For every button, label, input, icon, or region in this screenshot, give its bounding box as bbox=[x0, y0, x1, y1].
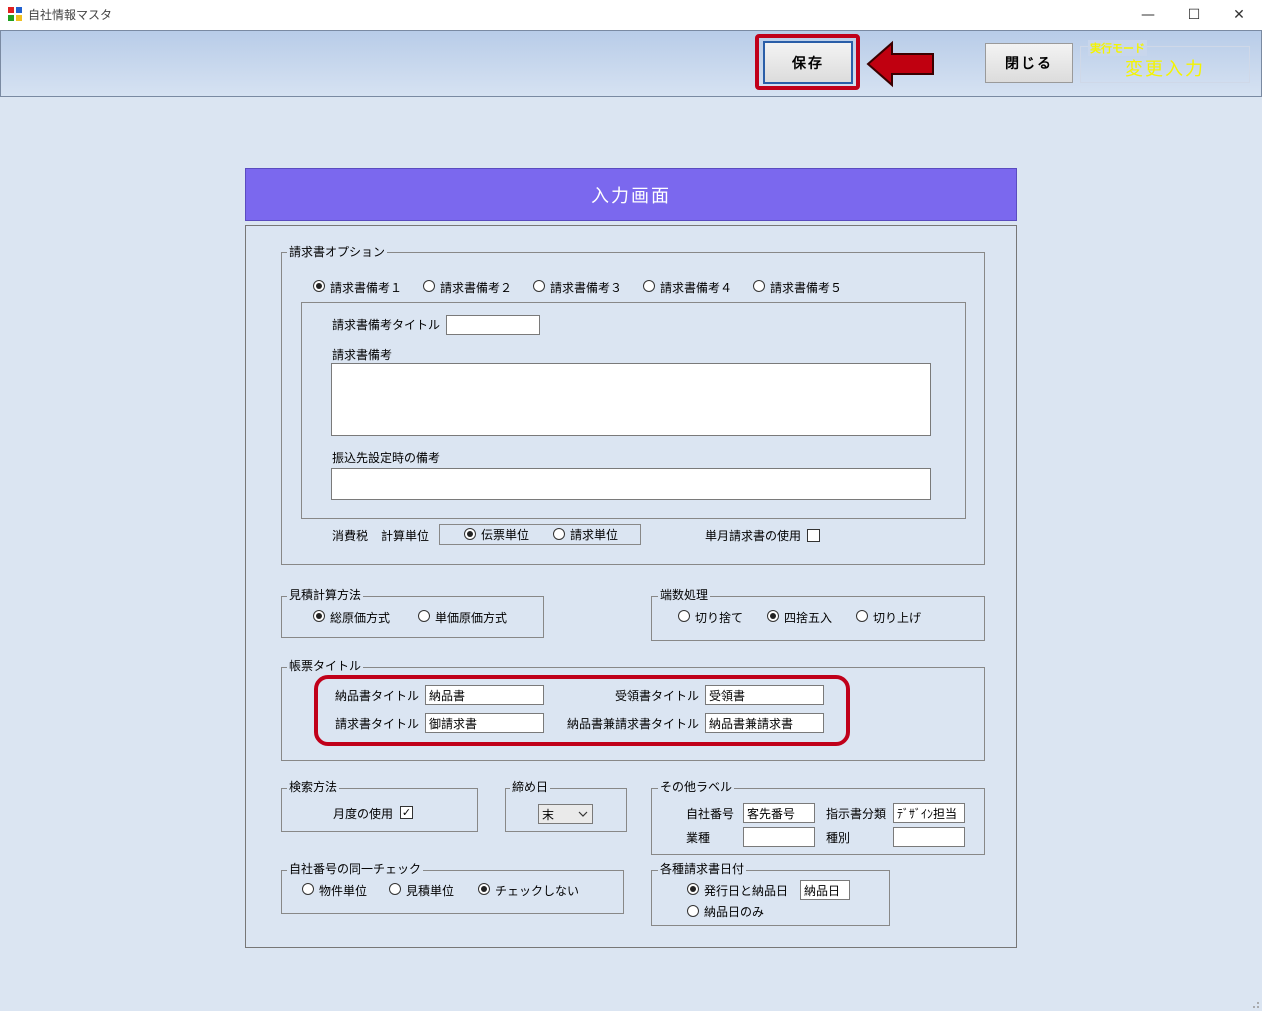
duplicate-none-label: チェックしない bbox=[495, 884, 580, 898]
estimate-unit-label: 単価原価方式 bbox=[435, 611, 508, 625]
duplicate-estimate-label: 見積単位 bbox=[406, 884, 455, 898]
remark-textarea[interactable] bbox=[331, 363, 931, 436]
receipt-title-label: 受領書タイトル bbox=[615, 689, 700, 703]
app-icon bbox=[8, 7, 22, 21]
estimate-radio-unit[interactable] bbox=[418, 610, 430, 622]
invoice-dates-label: 各種請求書日付 bbox=[658, 860, 747, 877]
form-titles-label: 帳票タイトル bbox=[287, 657, 364, 674]
calc-unit-slip-label: 伝票単位 bbox=[481, 528, 530, 542]
duplicate-radio-estimate[interactable] bbox=[389, 883, 401, 895]
rounding-label: 端数処理 bbox=[658, 586, 711, 603]
month-usage-label: 月度の使用 bbox=[333, 807, 394, 821]
remark-radio-4-label: 請求書備考４ bbox=[660, 281, 733, 295]
transfer-remark-input[interactable] bbox=[331, 468, 931, 500]
combo-title-label: 納品書兼請求書タイトル bbox=[567, 717, 700, 731]
invoice-title-label: 請求書タイトル bbox=[335, 717, 420, 731]
remark-radio-3-label: 請求書備考３ bbox=[550, 281, 623, 295]
resize-grip-icon[interactable] bbox=[1250, 999, 1260, 1009]
closing-day-value: 末 bbox=[542, 808, 555, 822]
instruction-input[interactable]: ﾃﾞｻﾞｲﾝ担当 bbox=[893, 803, 965, 823]
window-title: 自社情報マスタ bbox=[28, 8, 113, 22]
company-no-input[interactable]: 客先番号 bbox=[743, 803, 815, 823]
mode-label: 実行モード bbox=[1088, 40, 1147, 56]
maximize-icon: ☐ bbox=[1187, 7, 1201, 23]
company-no-label: 自社番号 bbox=[686, 807, 735, 821]
invoice-date-radio-both[interactable] bbox=[687, 883, 699, 895]
remark-radio-1[interactable] bbox=[313, 280, 325, 292]
mode-value: 変更入力 bbox=[1125, 59, 1205, 80]
remark-title-label: 請求書備考タイトル bbox=[332, 318, 441, 332]
invoice-title-input[interactable]: 御請求書 bbox=[425, 713, 544, 733]
calc-unit-invoice-label: 請求単位 bbox=[570, 528, 619, 542]
single-month-checkbox[interactable] bbox=[807, 529, 820, 542]
invoice-date-both-label: 発行日と納品日 bbox=[704, 884, 789, 898]
rounding-radio-down[interactable] bbox=[678, 610, 690, 622]
duplicate-check-label: 自社番号の同一チェック bbox=[287, 860, 424, 877]
duplicate-property-label: 物件単位 bbox=[319, 884, 368, 898]
close-button[interactable]: 閉じる bbox=[985, 43, 1073, 83]
remark-radio-2-label: 請求書備考２ bbox=[440, 281, 513, 295]
invoice-date-input[interactable]: 納品日 bbox=[800, 880, 850, 900]
industry-input[interactable] bbox=[743, 827, 815, 847]
invoice-date-delivery-label: 納品日のみ bbox=[704, 905, 765, 919]
remark-title-input[interactable] bbox=[446, 315, 540, 335]
calc-unit-radio-invoice[interactable] bbox=[553, 528, 565, 540]
remark-radio-3[interactable] bbox=[533, 280, 545, 292]
tax-label: 消費税 bbox=[332, 529, 369, 543]
chevron-down-icon bbox=[578, 811, 588, 817]
delivery-title-input[interactable]: 納品書 bbox=[425, 685, 544, 705]
title-bar: 自社情報マスタ — ☐ ✕ bbox=[0, 0, 1262, 30]
invoice-date-radio-delivery[interactable] bbox=[687, 905, 699, 917]
transfer-remark-label: 振込先設定時の備考 bbox=[332, 451, 441, 465]
duplicate-radio-none[interactable] bbox=[478, 883, 490, 895]
month-usage-checkbox[interactable]: ✓ bbox=[400, 806, 413, 819]
maximize-button[interactable]: ☐ bbox=[1171, 0, 1217, 30]
invoice-options-label: 請求書オプション bbox=[287, 243, 388, 260]
save-button[interactable]: 保存 bbox=[763, 41, 853, 84]
check-icon: ✓ bbox=[401, 806, 412, 819]
arrow-left-icon bbox=[866, 40, 934, 88]
minimize-icon: — bbox=[1141, 7, 1155, 23]
combo-title-input[interactable]: 納品書兼請求書 bbox=[705, 713, 824, 733]
instruction-label: 指示書分類 bbox=[826, 807, 887, 821]
industry-label: 業種 bbox=[686, 831, 711, 845]
closing-day-label: 締め日 bbox=[510, 778, 551, 795]
screen-header: 入力画面 bbox=[245, 168, 1017, 221]
rounding-radio-half[interactable] bbox=[767, 610, 779, 622]
rounding-radio-up[interactable] bbox=[856, 610, 868, 622]
estimate-method-label: 見積計算方法 bbox=[287, 586, 364, 603]
close-icon: ✕ bbox=[1233, 7, 1245, 23]
calc-unit-radio-slip[interactable] bbox=[464, 528, 476, 540]
type-input[interactable] bbox=[893, 827, 965, 847]
remark-radio-1-label: 請求書備考１ bbox=[330, 281, 403, 295]
delivery-title-label: 納品書タイトル bbox=[335, 689, 420, 703]
other-labels-label: その他ラベル bbox=[658, 778, 735, 795]
type-label: 種別 bbox=[826, 831, 851, 845]
calc-unit-label: 計算単位 bbox=[381, 529, 430, 543]
remark-radio-5[interactable] bbox=[753, 280, 765, 292]
close-window-button[interactable]: ✕ bbox=[1216, 0, 1262, 30]
estimate-total-label: 総原価方式 bbox=[330, 611, 391, 625]
rounding-up-label: 切り上げ bbox=[873, 611, 922, 625]
receipt-title-input[interactable]: 受領書 bbox=[705, 685, 824, 705]
search-method-label: 検索方法 bbox=[287, 778, 340, 795]
duplicate-radio-property[interactable] bbox=[302, 883, 314, 895]
remark-radio-4[interactable] bbox=[643, 280, 655, 292]
minimize-button[interactable]: — bbox=[1125, 0, 1171, 30]
remark-radio-2[interactable] bbox=[423, 280, 435, 292]
remark-radio-5-label: 請求書備考５ bbox=[770, 281, 843, 295]
rounding-down-label: 切り捨て bbox=[695, 611, 744, 625]
estimate-radio-total[interactable] bbox=[313, 610, 325, 622]
rounding-half-label: 四捨五入 bbox=[784, 611, 833, 625]
single-month-label: 単月請求書の使用 bbox=[705, 529, 802, 543]
remark-label: 請求書備考 bbox=[332, 348, 393, 362]
